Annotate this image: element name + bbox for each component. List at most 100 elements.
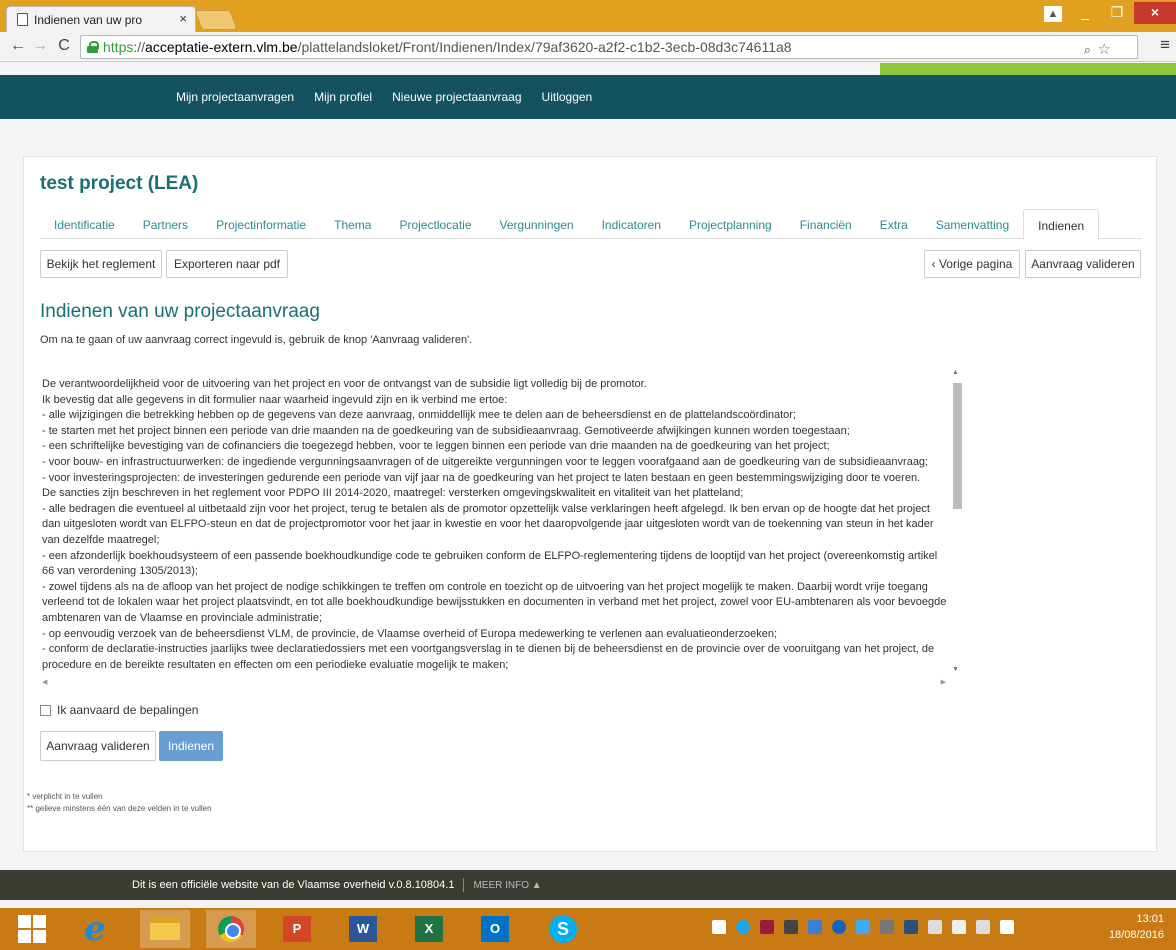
maximize-button[interactable]: ❐ [1102,2,1132,24]
bluetooth-icon[interactable] [832,920,846,934]
tab-partners[interactable]: Partners [129,209,202,239]
content-panel: test project (LEA) Identificatie Partner… [23,156,1157,852]
tab-samenvatting[interactable]: Samenvatting [922,209,1023,239]
tab-identificatie[interactable]: Identificatie [40,209,129,239]
internet-explorer-icon[interactable]: e [70,909,120,949]
export-pdf-button[interactable]: Exporteren naar pdf [166,250,288,278]
tab-indicatoren[interactable]: Indicatoren [588,209,675,239]
accept-terms-checkbox[interactable] [40,704,51,716]
lock-icon [87,41,99,53]
clock[interactable]: 13:01 18/08/2016 [1109,911,1164,943]
submit-button[interactable]: Indienen [159,731,223,761]
vertical-scrollbar[interactable]: ▲ ▼ [950,367,964,675]
declaration-line: Ik bevestig dat alle gegevens in dit for… [42,393,508,406]
keyboard-icon[interactable] [712,920,726,934]
person-icon[interactable] [784,920,798,934]
file-explorer-icon[interactable] [140,910,190,948]
tab-indienen[interactable]: Indienen [1023,209,1100,240]
system-tray [712,920,1024,934]
declaration-line: - te starten met het project binnen een … [42,424,850,437]
horizontal-scrollbar[interactable]: ◀ ▶ [40,675,950,691]
battery-icon[interactable] [952,920,966,934]
accept-terms[interactable]: Ik aanvaard de bepalingen [40,703,198,717]
zoom-icon[interactable]: ⌕ [1084,42,1091,58]
nav-my-applications[interactable]: Mijn projectaanvragen [176,90,294,104]
header-strip [0,63,1176,75]
validate-application-button-bottom[interactable]: Aanvraag valideren [40,731,156,761]
minimize-button[interactable]: _ [1070,2,1100,24]
back-arrow-icon[interactable]: ← [8,37,28,55]
scroll-left-icon[interactable]: ◀ [42,678,47,686]
declaration-line: - op eenvoudig verzoek van de beheersdie… [42,627,778,640]
declaration-textbox[interactable]: De verantwoordelijkheid voor de uitvoeri… [40,367,964,691]
shield-icon[interactable] [760,920,774,934]
browser-toolbar: ← → C https://acceptatie-extern.vlm.be/p… [0,32,1176,62]
declaration-line: - conform de declaratie-instructies jaar… [42,643,935,671]
project-title: test project (LEA) [40,173,199,194]
scroll-down-icon[interactable]: ▼ [952,666,959,673]
skype-tray-icon[interactable] [736,920,750,934]
start-icon[interactable] [14,910,50,948]
flag-icon[interactable] [928,920,942,934]
declaration-text: De verantwoordelijkheid voor de uitvoeri… [40,367,948,675]
powerpoint-icon[interactable]: P [272,910,322,948]
pen-icon[interactable] [880,920,894,934]
close-window-button[interactable]: × [1134,2,1176,24]
tab-thema[interactable]: Thema [320,209,385,239]
windows-taskbar: e P W X O S 13:01 18/08/2016 [0,908,1176,950]
section-title: Indienen van uw projectaanvraag [40,301,320,322]
accept-terms-label: Ik aanvaard de bepalingen [57,703,199,717]
tab-projectlocatie[interactable]: Projectlocatie [385,209,485,239]
chrome-icon[interactable] [206,910,256,948]
site-footer: Dit is een officiële website van de Vlaa… [0,870,1176,900]
nav-new-application[interactable]: Nieuwe projectaanvraag [392,90,521,104]
declaration-line: - alle bedragen die eventueel al uitbeta… [42,502,934,546]
reload-icon[interactable]: C [54,37,74,55]
tab-projectinformatie[interactable]: Projectinformatie [202,209,320,239]
skype-icon[interactable]: S [538,910,588,948]
declaration-line: - zowel tijdens als na de afloop van het… [42,580,947,624]
section-intro: Om na te gaan of uw aanvraag correct ing… [40,334,473,346]
bookmark-star-icon[interactable]: ☆ [1098,40,1111,58]
page-icon [17,13,28,26]
scroll-right-icon[interactable]: ▶ [941,678,946,686]
network-icon[interactable] [808,920,822,934]
volume-icon[interactable] [1000,920,1014,934]
user-icon[interactable]: ▲ [1044,6,1062,22]
nav-logout[interactable]: Uitloggen [542,90,593,104]
tab-financien[interactable]: Financiën [786,209,866,239]
tab-extra[interactable]: Extra [866,209,922,239]
declaration-line: - een schriftelijke bevestiging van de c… [42,440,830,453]
word-icon[interactable]: W [338,910,388,948]
scroll-up-icon[interactable]: ▲ [952,369,959,376]
more-info-link[interactable]: MEER INFO ▲ [473,880,541,891]
outlook-icon[interactable]: O [470,910,520,948]
app-tray-icon[interactable] [856,920,870,934]
validate-application-button[interactable]: Aanvraag valideren [1025,250,1141,278]
browser-menu-icon[interactable]: ≡ [1160,35,1170,55]
forward-arrow-icon[interactable]: → [30,37,50,55]
clock-time: 13:01 [1136,913,1164,925]
project-tabs: Identificatie Partners Projectinformatie… [40,209,1142,240]
browser-titlebar: Indienen van uw pro × ▲ _ ❐ × [0,0,1176,32]
previous-page-button[interactable]: ‹ Vorige pagina [924,250,1020,278]
tab-close-icon[interactable]: × [179,11,187,26]
new-tab-button[interactable] [194,10,238,30]
clock-date: 18/08/2016 [1108,929,1164,941]
declaration-line: - voor investeringsprojecten: de investe… [42,471,921,484]
view-regulation-button[interactable]: Bekijk het reglement [40,250,162,278]
wifi-icon[interactable] [976,920,990,934]
declaration-line: - voor bouw- en infrastructuurwerken: de… [42,455,929,468]
scroll-thumb[interactable] [953,383,962,509]
tab-projectplanning[interactable]: Projectplanning [675,209,786,239]
address-bar[interactable]: https://acceptatie-extern.vlm.be/plattel… [80,35,1138,59]
display-icon[interactable] [904,920,918,934]
nav-my-profile[interactable]: Mijn profiel [314,90,372,104]
declaration-line: De sancties zijn beschreven in het regle… [42,487,744,500]
url-path: /plattelandsloket/Front/Indienen/Index/7… [297,39,792,55]
tab-vergunningen[interactable]: Vergunningen [486,209,588,239]
browser-tab[interactable]: Indienen van uw pro × [6,6,196,32]
url-scheme: https [103,39,134,55]
declaration-line: De verantwoordelijkheid voor de uitvoeri… [42,378,647,390]
excel-icon[interactable]: X [404,910,454,948]
